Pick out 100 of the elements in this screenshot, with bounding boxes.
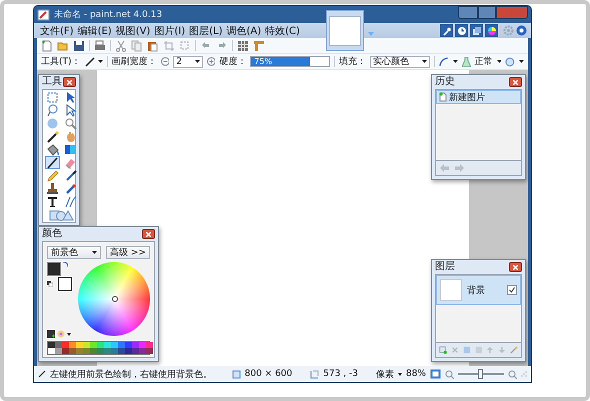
grid-icon[interactable] [237, 40, 249, 52]
tool-button[interactable] [45, 130, 60, 143]
palette-swatch[interactable] [118, 348, 125, 354]
add-color-icon[interactable] [47, 330, 55, 338]
palette-swatch[interactable] [104, 348, 111, 354]
close-button[interactable] [509, 77, 522, 87]
palette-swatch[interactable] [83, 342, 90, 348]
palette-swatch[interactable] [104, 342, 111, 348]
wrench-icon[interactable] [442, 26, 452, 36]
down-arrow-icon[interactable] [498, 345, 506, 355]
menu-item[interactable]: 文件(F) [38, 24, 76, 38]
up-arrow-icon[interactable] [486, 345, 494, 355]
zoom-level: 88% [406, 369, 426, 379]
duplicate-icon[interactable] [462, 345, 471, 355]
palette-swatch[interactable] [111, 342, 118, 348]
caret-icon[interactable] [519, 60, 524, 63]
copy-icon[interactable] [131, 40, 143, 52]
fit-window-icon[interactable] [430, 369, 441, 379]
minimize-button[interactable] [458, 6, 478, 19]
menu-item[interactable]: 视图(V) [114, 24, 152, 38]
palette-swatch[interactable] [125, 348, 132, 354]
menu-item[interactable]: 特效(C) [263, 24, 302, 38]
palette-swatch[interactable] [132, 342, 139, 348]
delete-icon[interactable] [450, 345, 459, 355]
printer-icon[interactable] [94, 40, 106, 52]
maximize-button[interactable] [478, 6, 496, 19]
menu-item[interactable]: 调色(A) [224, 24, 264, 38]
palette-swatch[interactable] [90, 348, 97, 354]
palette-swatch[interactable] [62, 342, 69, 348]
tool-button[interactable] [45, 182, 60, 195]
tool-dropdown[interactable] [84, 56, 103, 66]
menu-item[interactable]: 编辑(E) [76, 24, 114, 38]
palette-swatch[interactable] [48, 342, 55, 348]
dropdown-arrow-icon[interactable] [368, 32, 374, 36]
primary-color-swatch[interactable] [47, 262, 61, 276]
visibility-checkbox[interactable] [507, 285, 517, 295]
secondary-color-swatch[interactable] [58, 277, 72, 291]
zoom-out-icon[interactable] [445, 370, 454, 378]
blend-mode-dropdown[interactable]: 正常 [474, 55, 493, 68]
save-icon[interactable] [73, 40, 85, 52]
zoom-in-icon[interactable] [508, 370, 517, 378]
palette-swatch[interactable] [146, 342, 153, 348]
plus-icon[interactable] [206, 57, 216, 66]
minus-icon[interactable] [160, 57, 170, 66]
new-file-icon[interactable] [41, 40, 53, 52]
palette-swatch[interactable] [48, 348, 55, 354]
palette-swatch[interactable] [139, 342, 146, 348]
palette-swatch[interactable] [97, 342, 104, 348]
reset-colors-icon[interactable] [47, 281, 53, 287]
palette-swatch[interactable] [76, 348, 83, 354]
palette-swatch[interactable] [62, 348, 69, 354]
layers-icon[interactable] [472, 26, 482, 36]
deselect-icon[interactable] [179, 40, 191, 52]
brush-width-field[interactable]: 2 [173, 56, 203, 68]
arrow-icon [64, 91, 77, 104]
tool-button[interactable] [45, 156, 60, 169]
curve-icon[interactable] [439, 56, 449, 66]
help-icon[interactable] [516, 25, 527, 36]
caret-icon[interactable] [496, 60, 502, 63]
clock-icon[interactable] [456, 26, 466, 36]
tool-button[interactable] [45, 195, 60, 208]
layer-row[interactable]: 背景 [436, 275, 521, 305]
caret-icon[interactable] [398, 372, 402, 376]
more-button[interactable]: 高级 >> [106, 246, 150, 259]
layer-properties-icon[interactable] [510, 345, 518, 355]
add-layer-icon[interactable] [439, 345, 447, 355]
color-wheel-icon[interactable] [486, 26, 496, 36]
palette-swatch[interactable] [69, 342, 76, 348]
caret-icon[interactable] [67, 332, 71, 336]
palette-swatch[interactable] [111, 348, 118, 354]
tool-button[interactable] [45, 143, 60, 156]
palette-swatch[interactable] [76, 342, 83, 348]
ruler-icon[interactable] [253, 40, 265, 52]
history-item[interactable]: 新建图片 [436, 90, 521, 104]
palette-swatch[interactable] [55, 342, 62, 348]
color-target-dropdown[interactable]: 前景色 [47, 246, 101, 259]
palette-swatch[interactable] [97, 348, 104, 354]
palette-swatch[interactable] [69, 348, 76, 354]
close-button[interactable] [142, 229, 155, 239]
menu-item[interactable]: 图片(I) [152, 24, 188, 38]
scissors-icon[interactable] [115, 40, 127, 52]
paintbrush-icon [46, 156, 59, 169]
palette-swatch[interactable] [132, 348, 139, 354]
close-button[interactable] [509, 262, 522, 272]
palette-swatch[interactable] [146, 348, 153, 354]
palette-swatch[interactable] [125, 342, 132, 348]
palette-swatch[interactable] [139, 348, 146, 354]
paste-icon[interactable] [147, 40, 159, 52]
fill-dropdown[interactable]: 实心颜色 [370, 56, 430, 68]
palette-swatch[interactable] [118, 342, 125, 348]
image-thumbnail-tab[interactable] [326, 10, 364, 51]
palette-swatch[interactable] [90, 342, 97, 348]
caret-icon[interactable] [452, 60, 458, 63]
crop-icon[interactable] [163, 40, 175, 52]
menu-item[interactable]: 图层(L) [187, 24, 224, 38]
close-button[interactable] [63, 77, 76, 87]
palette-swatch[interactable] [55, 348, 62, 354]
palette-swatch[interactable] [83, 348, 90, 354]
units-dropdown[interactable]: 像素 [376, 368, 394, 380]
hardness-slider[interactable]: 75% [250, 56, 330, 67]
